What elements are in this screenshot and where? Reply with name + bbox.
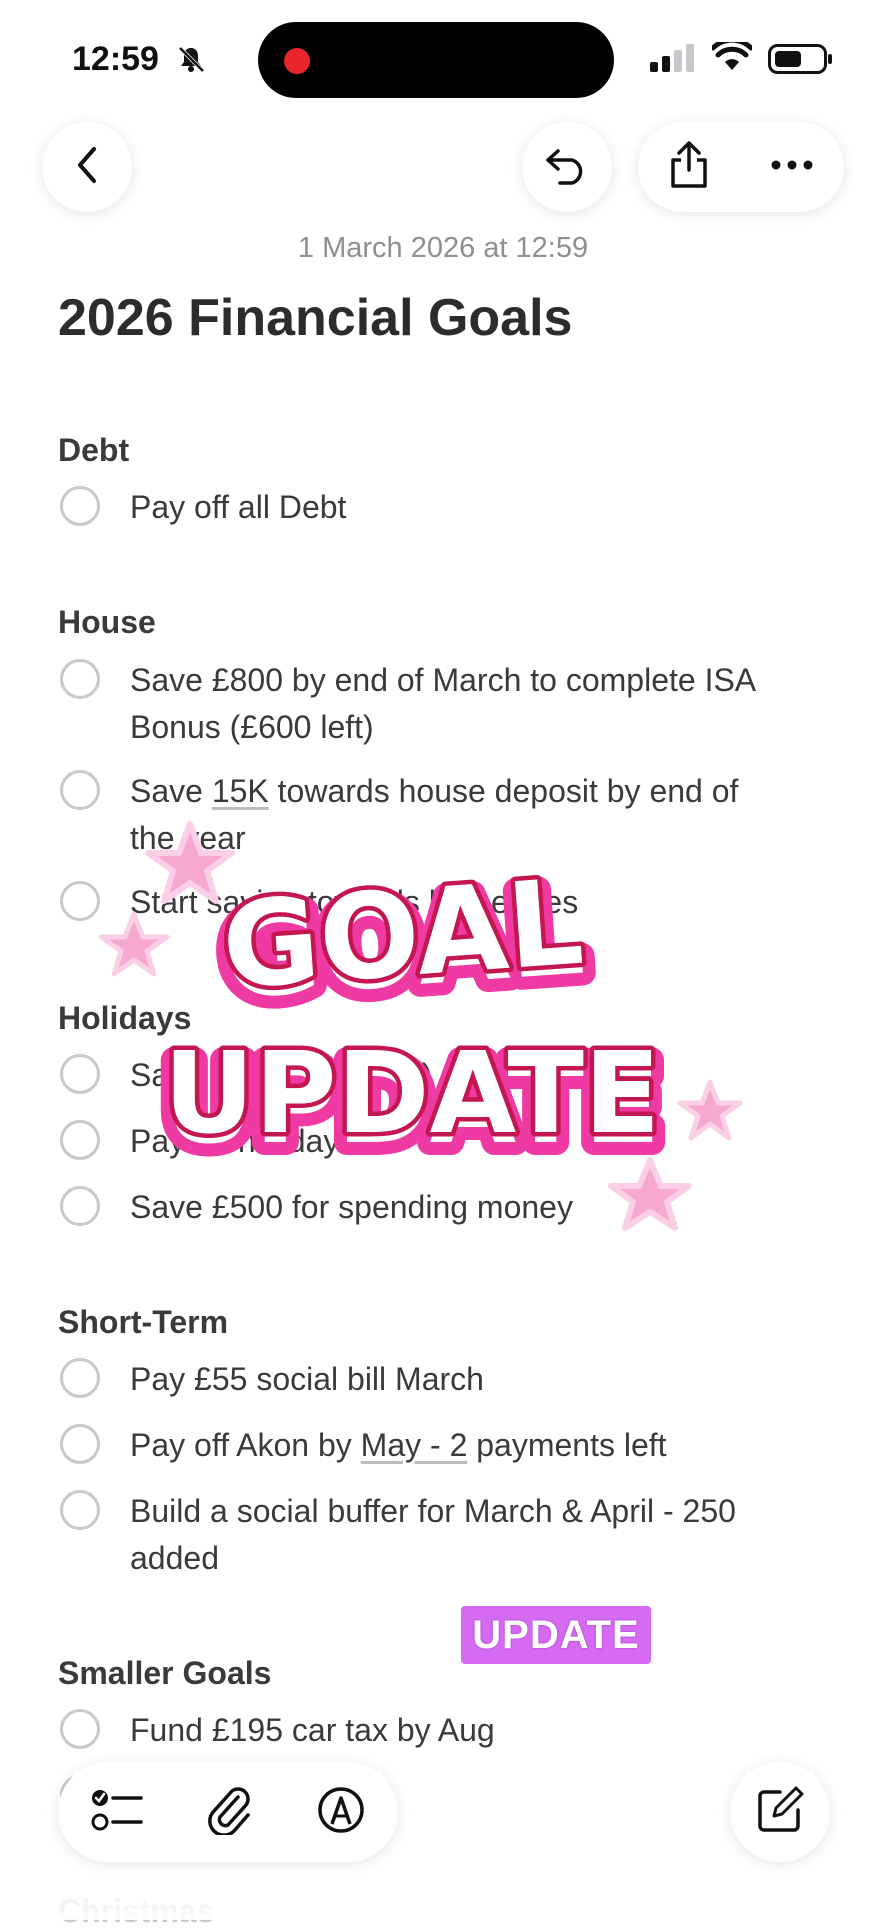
status-time: 12:59 <box>72 40 159 78</box>
section-title-short-term: Short-Term <box>58 1304 229 1340</box>
checkbox[interactable] <box>60 1424 100 1464</box>
compose-icon <box>756 1786 804 1839</box>
ellipsis-icon <box>770 158 814 175</box>
checkbox[interactable] <box>60 659 100 699</box>
section-title-house: House <box>58 604 156 640</box>
item-text: Build a social buffer for March & April … <box>130 1493 736 1576</box>
item-text: Fund £195 car tax by Aug <box>130 1712 495 1748</box>
item-text: Pay off all Debt <box>130 489 347 525</box>
section-title-debt: Debt <box>58 432 130 468</box>
cellular-signal-icon <box>650 44 696 77</box>
section-title-smaller-goals: Smaller Goals <box>58 1655 272 1691</box>
share-icon <box>668 140 710 194</box>
battery-icon <box>768 44 834 79</box>
chevron-left-icon <box>72 145 102 190</box>
note-title[interactable]: 2026 Financial Goals <box>58 288 572 348</box>
attachment-button[interactable] <box>208 1785 252 1840</box>
more-button[interactable] <box>770 158 814 176</box>
item-text: Pay £55 social bill March <box>130 1361 484 1397</box>
detected-date-link[interactable]: May - 2 <box>361 1427 468 1463</box>
share-button[interactable] <box>668 140 710 195</box>
actions-group <box>638 122 844 212</box>
note-date: 1 March 2026 at 12:59 <box>297 232 589 264</box>
update-badge-sticker: UPDATE <box>461 1606 651 1664</box>
item-text: Save £800 by end of March to complete IS… <box>130 662 757 745</box>
checkbox[interactable] <box>60 770 100 810</box>
markup-button[interactable] <box>317 1786 365 1839</box>
wifi-icon <box>710 37 754 77</box>
dynamic-island <box>258 22 614 98</box>
checkbox[interactable] <box>60 1358 100 1398</box>
checklist-icon <box>91 1789 143 1837</box>
undo-button[interactable] <box>522 122 612 212</box>
pen-circle-icon <box>317 1786 365 1838</box>
checkbox[interactable] <box>60 1709 100 1749</box>
bell-slash-icon <box>176 44 206 79</box>
recording-dot-icon <box>284 48 310 74</box>
bottom-tools-group <box>58 1762 398 1862</box>
back-button[interactable] <box>42 122 132 212</box>
goal-text-face: GOAL <box>218 853 587 1016</box>
compose-button[interactable] <box>730 1762 830 1862</box>
item-text: Pay off Akon by May - 2 payments left <box>130 1427 667 1463</box>
checkbox[interactable] <box>60 1490 100 1530</box>
paperclip-icon <box>208 1786 252 1839</box>
undo-icon <box>544 145 590 190</box>
update-text-face: UPDATE <box>164 1029 661 1159</box>
status-bar: 12:59 <box>0 0 886 110</box>
goal-update-sticker: GOAL GOAL UPDATE UPDATE <box>98 821 743 1231</box>
checklist-button[interactable] <box>91 1787 143 1838</box>
detected-data-link[interactable]: 15K <box>212 773 269 809</box>
checkbox[interactable] <box>60 486 100 526</box>
